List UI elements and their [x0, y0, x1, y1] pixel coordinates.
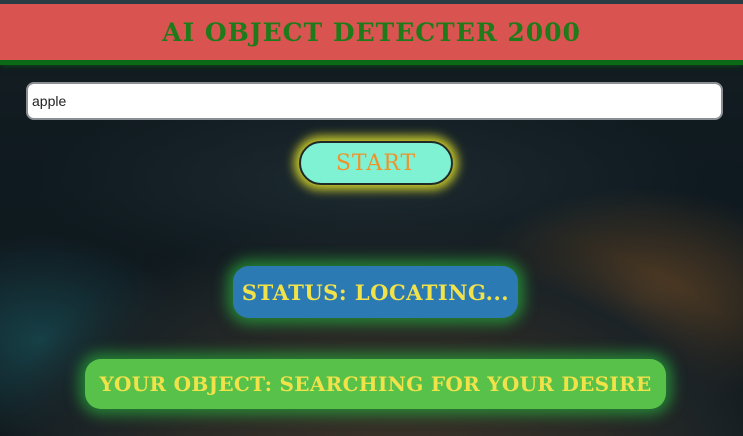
- start-button-label: START: [335, 150, 417, 176]
- start-button[interactable]: START: [299, 141, 453, 185]
- result-badge: YOUR OBJECT: SEARCHING FOR YOUR DESIRE: [85, 359, 666, 409]
- result-text: YOUR OBJECT: SEARCHING FOR YOUR DESIRE: [99, 372, 652, 396]
- object-search-input[interactable]: [26, 82, 723, 120]
- status-badge: STATUS: LOCATING...: [233, 266, 518, 318]
- app-header: AI OBJECT DETECTER 2000: [0, 4, 743, 60]
- app-title: AI OBJECT DETECTER 2000: [162, 17, 581, 47]
- header-divider: [0, 60, 743, 65]
- status-text: STATUS: LOCATING...: [241, 279, 510, 305]
